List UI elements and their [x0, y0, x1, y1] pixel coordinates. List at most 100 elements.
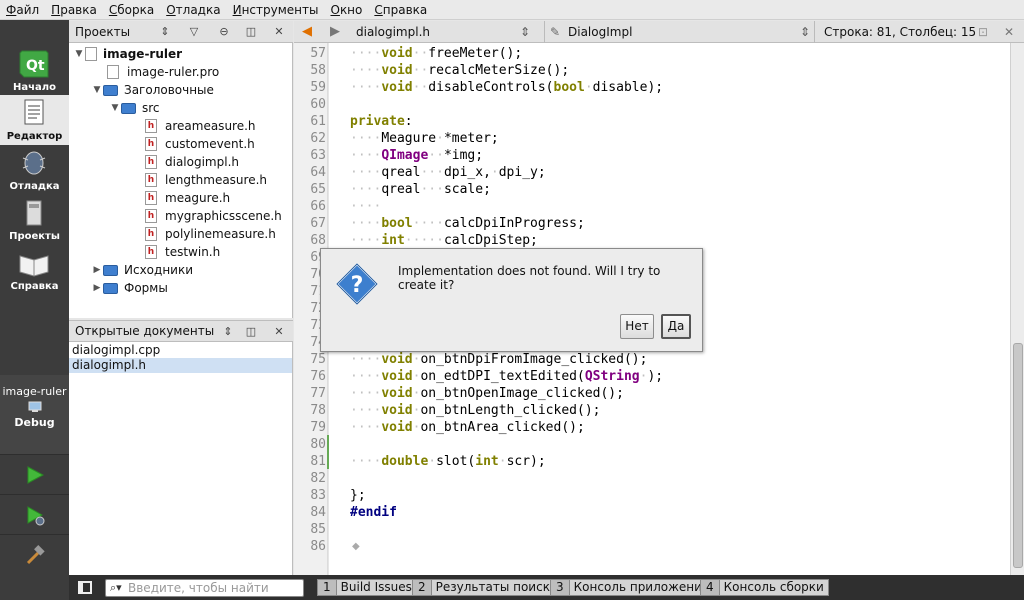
forward-arrow-icon[interactable]: ▶: [330, 21, 340, 43]
tree-file[interactable]: h meagure.h: [145, 189, 230, 207]
updown-icon[interactable]: ⇕: [157, 24, 173, 40]
collapse-icon[interactable]: ▼: [109, 99, 121, 117]
folder-icon: [103, 264, 118, 276]
open-documents-title[interactable]: Открытые документы: [69, 324, 214, 338]
code-line[interactable]: };: [350, 487, 366, 504]
toggle-sidebar-icon[interactable]: [78, 581, 92, 594]
code-line[interactable]: ····qreal···dpi_x,·dpi_y;: [350, 164, 546, 181]
output-tab-build-console[interactable]: 4 Консоль сборки: [700, 579, 829, 596]
open-document-item[interactable]: dialogimpl.h: [69, 358, 292, 373]
code-line[interactable]: ····void··disableControls(bool·disable);: [350, 79, 663, 96]
filter-icon[interactable]: ▽: [186, 24, 202, 40]
locator-input[interactable]: Введите, чтобы найти: [105, 579, 304, 597]
mode-edit[interactable]: Редактор: [0, 95, 69, 145]
code-line[interactable]: ····void·on_btnOpenImage_clicked();: [350, 385, 624, 402]
debug-run-button[interactable]: [0, 494, 69, 534]
build-button[interactable]: [0, 534, 69, 574]
tree-folder-forms[interactable]: ▶ Формы: [91, 279, 168, 297]
output-tab-search-results[interactable]: 2 Результаты поиска: [412, 579, 563, 596]
lock-icon[interactable]: ⊡: [978, 21, 988, 43]
close-icon[interactable]: ✕: [271, 324, 287, 340]
code-line[interactable]: #endif: [350, 504, 397, 521]
mode-debug[interactable]: Отладка: [0, 145, 69, 195]
tab-label: Консоль сборки: [723, 580, 824, 594]
mode-debug-label: Отладка: [9, 181, 60, 192]
expand-icon[interactable]: ▶: [91, 261, 103, 279]
collapse-icon[interactable]: ▼: [73, 45, 85, 63]
cursor-marker-icon: ◆: [352, 541, 360, 552]
menu-build[interactable]: Сборка: [103, 0, 160, 20]
run-button[interactable]: [0, 454, 69, 494]
tree-folder-headers[interactable]: ▼ Заголовочные: [91, 81, 214, 99]
menu-edit[interactable]: Правка: [45, 0, 103, 20]
line-number: 63: [310, 148, 326, 163]
open-document-item[interactable]: dialogimpl.cpp: [69, 343, 292, 358]
tree-file[interactable]: h polylinemeasure.h: [145, 225, 276, 243]
code-line[interactable]: ····QImage··*img;: [350, 147, 483, 164]
split-icon[interactable]: ◫: [243, 324, 259, 340]
projects-panel-title[interactable]: Проекты: [69, 25, 130, 39]
split-icon[interactable]: ◫: [243, 24, 259, 40]
code-line[interactable]: ····Meagure·*meter;: [350, 130, 499, 147]
updown-icon[interactable]: ⇕: [520, 21, 530, 43]
no-button[interactable]: Нет: [620, 314, 654, 339]
yes-button[interactable]: Да: [661, 314, 691, 339]
tree-file[interactable]: h testwin.h: [145, 243, 220, 261]
tree-folder-headers-label: Заголовочные: [124, 83, 214, 97]
menu-help[interactable]: Справка: [368, 0, 433, 20]
updown-icon[interactable]: ⇕: [220, 324, 236, 340]
tree-file[interactable]: h customevent.h: [145, 135, 255, 153]
search-icon: ⌕▾: [110, 581, 122, 594]
menu-file[interactable]: Файл: [0, 0, 45, 20]
file-selector[interactable]: dialogimpl.h: [356, 21, 430, 43]
close-icon[interactable]: ✕: [271, 24, 287, 40]
tree-file[interactable]: h mygraphicsscene.h: [145, 207, 282, 225]
tree-root[interactable]: ▼ image-ruler: [73, 45, 182, 63]
code-line[interactable]: ····void·on_btnDpiFromImage_clicked();: [350, 351, 647, 368]
code-line[interactable]: ····: [350, 198, 381, 215]
close-icon[interactable]: ✕: [1004, 21, 1014, 43]
line-number: 68: [310, 233, 326, 248]
mode-help[interactable]: Справка: [0, 245, 69, 295]
scrollbar-thumb[interactable]: [1013, 343, 1023, 568]
output-tab-app-console[interactable]: 3 Консоль приложения: [550, 579, 715, 596]
tree-file[interactable]: h dialogimpl.h: [145, 153, 239, 171]
mode-welcome[interactable]: Qt Начало: [0, 46, 69, 96]
expand-icon[interactable]: ▶: [91, 279, 103, 297]
vertical-scrollbar[interactable]: [1010, 43, 1024, 575]
menu-window[interactable]: Окно: [324, 0, 368, 20]
tree-root-label: image-ruler: [103, 47, 183, 61]
tree-file[interactable]: h areameasure.h: [145, 117, 256, 135]
collapse-icon[interactable]: ▼: [91, 81, 103, 99]
tree-folder-src[interactable]: ▼ src: [109, 99, 160, 117]
mode-projects[interactable]: Проекты: [0, 195, 69, 245]
code-line[interactable]: private:: [350, 113, 413, 130]
tab-number: 4: [701, 580, 720, 595]
code-line[interactable]: ····void··recalcMeterSize();: [350, 62, 569, 79]
code-line[interactable]: ····void·on_btnLength_clicked();: [350, 402, 600, 419]
menu-debug[interactable]: Отладка: [160, 0, 226, 20]
code-line[interactable]: ····qreal···scale;: [350, 181, 491, 198]
mode-bar: Qt Начало Редактор Отладка Проекты Справ…: [0, 20, 69, 600]
back-arrow-icon[interactable]: ◀: [302, 21, 312, 43]
code-line[interactable]: ····void·on_btnArea_clicked();: [350, 419, 585, 436]
tree-file[interactable]: h lengthmeasure.h: [145, 171, 267, 189]
symbol-selector[interactable]: DialogImpl: [568, 21, 632, 43]
link-icon[interactable]: ⊖: [216, 24, 232, 40]
code-line[interactable]: ····int·····calcDpiStep;: [350, 232, 538, 249]
line-number: 77: [310, 386, 326, 401]
menu-tools[interactable]: Инструменты: [227, 0, 325, 20]
tree-folder-sources[interactable]: ▶ Исходники: [91, 261, 193, 279]
target-selector[interactable]: image-ruler Debug: [0, 375, 69, 465]
updown-icon[interactable]: ⇕: [800, 21, 810, 43]
output-tab-build-issues[interactable]: 1 Build Issues: [317, 579, 417, 596]
header-file-icon: h: [145, 119, 157, 133]
tree-item-pro-label: image-ruler.pro: [127, 65, 220, 79]
code-line[interactable]: ····bool····calcDpiInProgress;: [350, 215, 585, 232]
code-line[interactable]: ····double·slot(int·scr);: [350, 453, 546, 470]
code-line[interactable]: ····void··freeMeter();: [350, 45, 522, 62]
line-number: 81: [310, 454, 326, 469]
code-line[interactable]: ····void·on_edtDPI_textEdited(QString·);: [350, 368, 663, 385]
pro-file-icon: [107, 65, 119, 79]
tree-item-pro[interactable]: image-ruler.pro: [107, 63, 219, 81]
